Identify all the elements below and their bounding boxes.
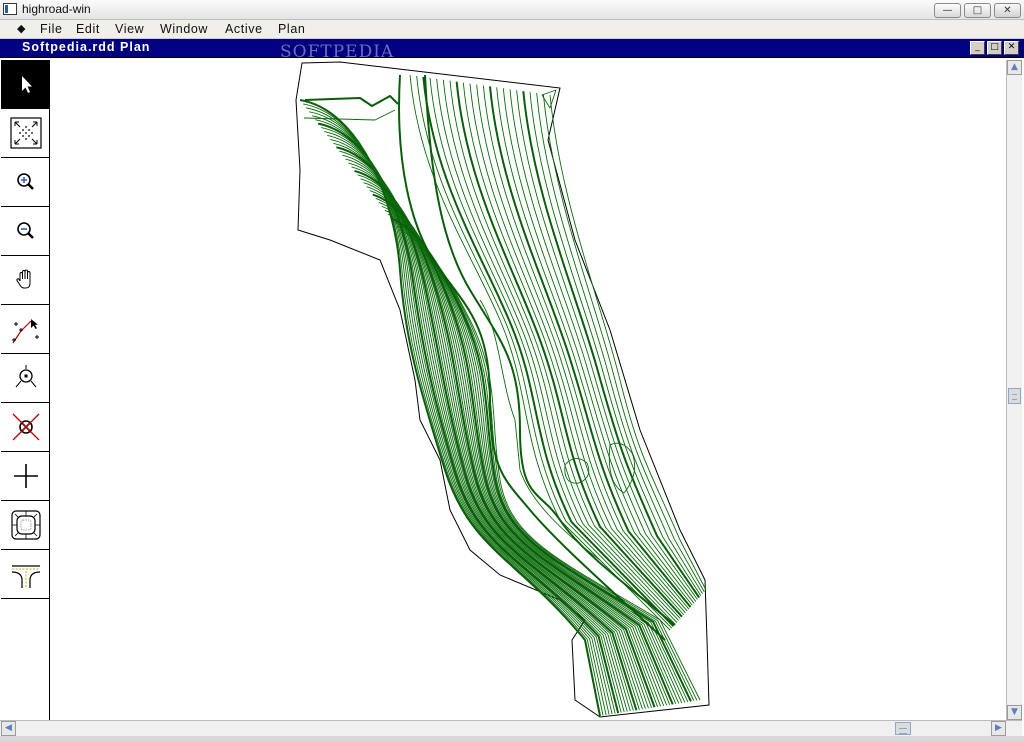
document-title: Softpedia.rdd Plan bbox=[22, 40, 151, 54]
contour-line bbox=[348, 162, 649, 709]
alignment-tool[interactable] bbox=[1, 305, 50, 354]
contour-plan-drawing bbox=[295, 61, 710, 718]
system-menu-icon[interactable]: ◆ bbox=[17, 22, 25, 35]
scroll-left-arrow-icon[interactable]: ◀ bbox=[1, 721, 16, 736]
crosshair-tool[interactable] bbox=[1, 452, 50, 501]
plan-canvas[interactable] bbox=[51, 60, 1006, 720]
contour-line bbox=[304, 95, 399, 107]
contour-line bbox=[522, 91, 700, 599]
magnifier-minus-icon bbox=[16, 222, 34, 239]
hand-icon bbox=[15, 269, 30, 289]
menu-view[interactable]: View bbox=[115, 22, 144, 36]
doc-close-button[interactable]: ✕ bbox=[1004, 41, 1019, 55]
delete-point-tool[interactable] bbox=[1, 403, 50, 452]
menu-file[interactable]: File bbox=[40, 22, 63, 36]
pan-tool[interactable] bbox=[1, 256, 50, 305]
zoom-out-tool[interactable] bbox=[1, 207, 50, 256]
zoom-extents-tool[interactable] bbox=[1, 109, 50, 158]
document-titlebar: Softpedia.rdd Plan _ □ ✕ bbox=[0, 39, 1024, 57]
menu-window[interactable]: Window bbox=[160, 22, 208, 36]
menubar: ◆ File Edit View Window Active Plan bbox=[0, 20, 1024, 39]
menu-plan[interactable]: Plan bbox=[278, 22, 305, 36]
menu-active[interactable]: Active bbox=[225, 22, 263, 36]
window-titlebar: highroad-win — □ ✕ bbox=[0, 0, 1024, 20]
close-button[interactable]: ✕ bbox=[994, 3, 1021, 18]
contour-line bbox=[324, 131, 625, 713]
window-title: highroad-win bbox=[22, 2, 91, 16]
vertical-scroll-thumb[interactable] bbox=[1008, 388, 1021, 404]
select-tool[interactable] bbox=[1, 60, 50, 109]
contour-line bbox=[309, 111, 610, 715]
scroll-right-arrow-icon[interactable]: ▶ bbox=[991, 721, 1006, 736]
contour-line bbox=[516, 90, 698, 600]
doc-minimize-button[interactable]: _ bbox=[970, 41, 985, 55]
junction-tool[interactable] bbox=[1, 550, 50, 599]
contour-line bbox=[542, 94, 705, 593]
point-tool[interactable] bbox=[1, 354, 50, 403]
arrow-pointer-icon bbox=[21, 76, 32, 93]
contour-line bbox=[387, 213, 689, 703]
app-icon bbox=[3, 3, 17, 15]
delete-point-icon bbox=[12, 413, 39, 441]
junction-icon bbox=[11, 565, 40, 588]
contour-line bbox=[496, 87, 693, 606]
status-strip bbox=[0, 736, 1024, 741]
crosshair-icon bbox=[13, 464, 38, 488]
contour-line bbox=[357, 174, 658, 707]
tool-palette bbox=[1, 60, 50, 720]
contour-line bbox=[363, 182, 665, 706]
doc-maximize-button[interactable]: □ bbox=[987, 41, 1002, 55]
maximize-button[interactable]: □ bbox=[964, 3, 991, 18]
vertical-scrollbar[interactable]: ▲ ▼ bbox=[1006, 60, 1022, 720]
zoom-extents-icon bbox=[9, 117, 42, 149]
roundabout-tool[interactable] bbox=[1, 501, 50, 550]
magnifier-plus-icon bbox=[16, 173, 34, 190]
horizontal-scrollbar[interactable]: ◀ ▶ bbox=[0, 720, 1022, 736]
alignment-points-icon bbox=[11, 319, 39, 344]
target-point-icon bbox=[15, 365, 36, 388]
scroll-down-arrow-icon[interactable]: ▼ bbox=[1007, 705, 1022, 720]
horizontal-scroll-thumb[interactable] bbox=[895, 722, 911, 735]
zoom-in-tool[interactable] bbox=[1, 158, 50, 207]
minimize-button[interactable]: — bbox=[934, 3, 961, 18]
contour-line bbox=[303, 109, 396, 121]
scroll-up-arrow-icon[interactable]: ▲ bbox=[1007, 60, 1022, 75]
roundabout-icon bbox=[10, 510, 41, 540]
menu-edit[interactable]: Edit bbox=[76, 22, 100, 36]
